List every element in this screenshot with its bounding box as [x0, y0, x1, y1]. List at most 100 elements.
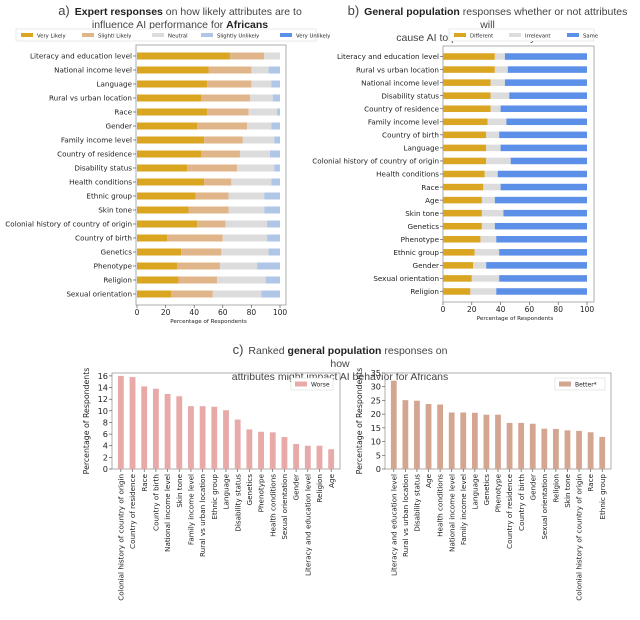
bar: [188, 406, 194, 469]
y-tick-label: Language: [97, 80, 133, 89]
x-tick-label: 40: [496, 305, 506, 314]
bar-segment: [500, 183, 587, 191]
bar-segment: [494, 222, 587, 230]
bar-segment: [137, 136, 205, 144]
bar: [529, 423, 536, 469]
bar-segment: [195, 192, 229, 200]
bar-segment: [212, 290, 262, 298]
bar-segment: [443, 170, 485, 178]
y-tick-label: Country of residence: [57, 150, 133, 159]
y-tick-label: Race: [114, 108, 132, 117]
x-tick-label: 40: [189, 308, 199, 317]
y-tick-label: Family income level: [368, 117, 439, 126]
bar: [304, 445, 311, 469]
bar-segment: [504, 53, 587, 60]
bar: [448, 412, 455, 469]
bar-segment: [137, 262, 178, 270]
bar-segment: [497, 170, 587, 178]
x-tick-label: Skin tone: [175, 473, 184, 507]
bar-segment: [242, 136, 275, 144]
y-tick-label: National income level: [54, 66, 132, 75]
legend-swatch: [152, 33, 164, 37]
x-tick-label: Skin tone: [563, 473, 572, 507]
bar-segment: [484, 170, 498, 178]
bar: [117, 375, 124, 469]
bar: [495, 414, 501, 469]
y-tick-label: Phenotype: [94, 262, 133, 271]
bar-segment: [504, 79, 587, 86]
bar-segment: [474, 249, 500, 256]
bar-segment: [443, 209, 482, 217]
bar-segment: [188, 206, 229, 214]
x-tick-label: Sexual orientation: [540, 474, 549, 540]
bar-segment: [443, 288, 471, 295]
bar-segment: [443, 236, 481, 243]
bar-segment: [137, 80, 208, 88]
bar-segment: [137, 276, 179, 284]
bar: [564, 430, 571, 469]
bar: [599, 436, 606, 469]
x-tick-label: Race: [586, 473, 595, 491]
legend-swatch: [201, 33, 213, 37]
bar-segment: [271, 178, 280, 186]
y-tick-label: 0: [376, 464, 381, 474]
bar-segment: [443, 92, 491, 99]
bar-segment: [219, 262, 258, 270]
x-tick-label: Age: [424, 473, 433, 487]
y-tick-label: 30: [371, 382, 381, 392]
bar: [402, 400, 409, 469]
bar-segment: [264, 52, 280, 60]
bar-segment: [490, 79, 505, 86]
bar-segment: [197, 220, 226, 228]
bar: [141, 386, 148, 469]
bar-segment: [272, 94, 280, 102]
y-tick-label: Colonial history of country of origin: [312, 157, 439, 166]
bar: [316, 445, 323, 469]
bar-segment: [251, 80, 272, 88]
bar-segment: [137, 94, 202, 102]
bar-segment: [480, 236, 497, 243]
y-axis-label: Percentage of Respondents: [82, 368, 91, 475]
bar-segment: [204, 136, 243, 144]
bar-segment: [171, 290, 213, 298]
y-tick-label: Skin tone: [98, 206, 132, 215]
chart-a: Literacy and education level National inc…: [5, 28, 330, 325]
y-tick-label: 16: [98, 371, 108, 381]
bar-segment: [486, 262, 587, 269]
legend-swatch: [295, 381, 307, 387]
y-tick-label: Health conditions: [376, 170, 439, 179]
legend-swatch: [559, 381, 571, 387]
bar: [164, 393, 171, 469]
legend: Different Irrelevant Same: [448, 28, 598, 42]
y-tick-label: 2: [103, 452, 108, 462]
bar-segment: [506, 118, 587, 126]
x-tick-label: Gender: [528, 474, 537, 501]
x-tick-label: Literacy and education level: [389, 474, 398, 576]
bar: [328, 449, 335, 469]
bar-segment: [268, 66, 280, 74]
chart-c-better: Literacy and education level Rural vs urb…: [355, 368, 612, 601]
bar-segment: [443, 105, 491, 112]
x-tick-label: Family income level: [459, 474, 468, 545]
bar-segment: [137, 290, 172, 298]
bar-segment: [507, 66, 587, 73]
bar-segment: [500, 105, 587, 112]
bar-segment: [225, 220, 268, 228]
bar-segment: [265, 276, 280, 284]
y-tick-label: Language: [404, 144, 440, 153]
x-tick-label: Colonial history of country of origin: [116, 474, 125, 601]
x-tick-label: 80: [553, 305, 563, 314]
x-tick-label: 0: [441, 305, 446, 314]
legend: Worse: [290, 377, 334, 391]
bar-segment: [500, 144, 587, 152]
bar-segment: [509, 92, 587, 99]
bar-segment: [470, 288, 497, 295]
bar-segment: [228, 206, 265, 214]
bar-segment: [443, 157, 487, 165]
bar-segment: [264, 192, 280, 200]
legend: Very Likely Slightl Likely Neutral Slightly…: [15, 28, 330, 42]
y-tick-label: 25: [371, 395, 381, 405]
y-tick-label: Ethnic group: [86, 192, 132, 201]
y-tick-label: 20: [371, 409, 381, 419]
y-tick-label: Genetics: [101, 248, 133, 257]
